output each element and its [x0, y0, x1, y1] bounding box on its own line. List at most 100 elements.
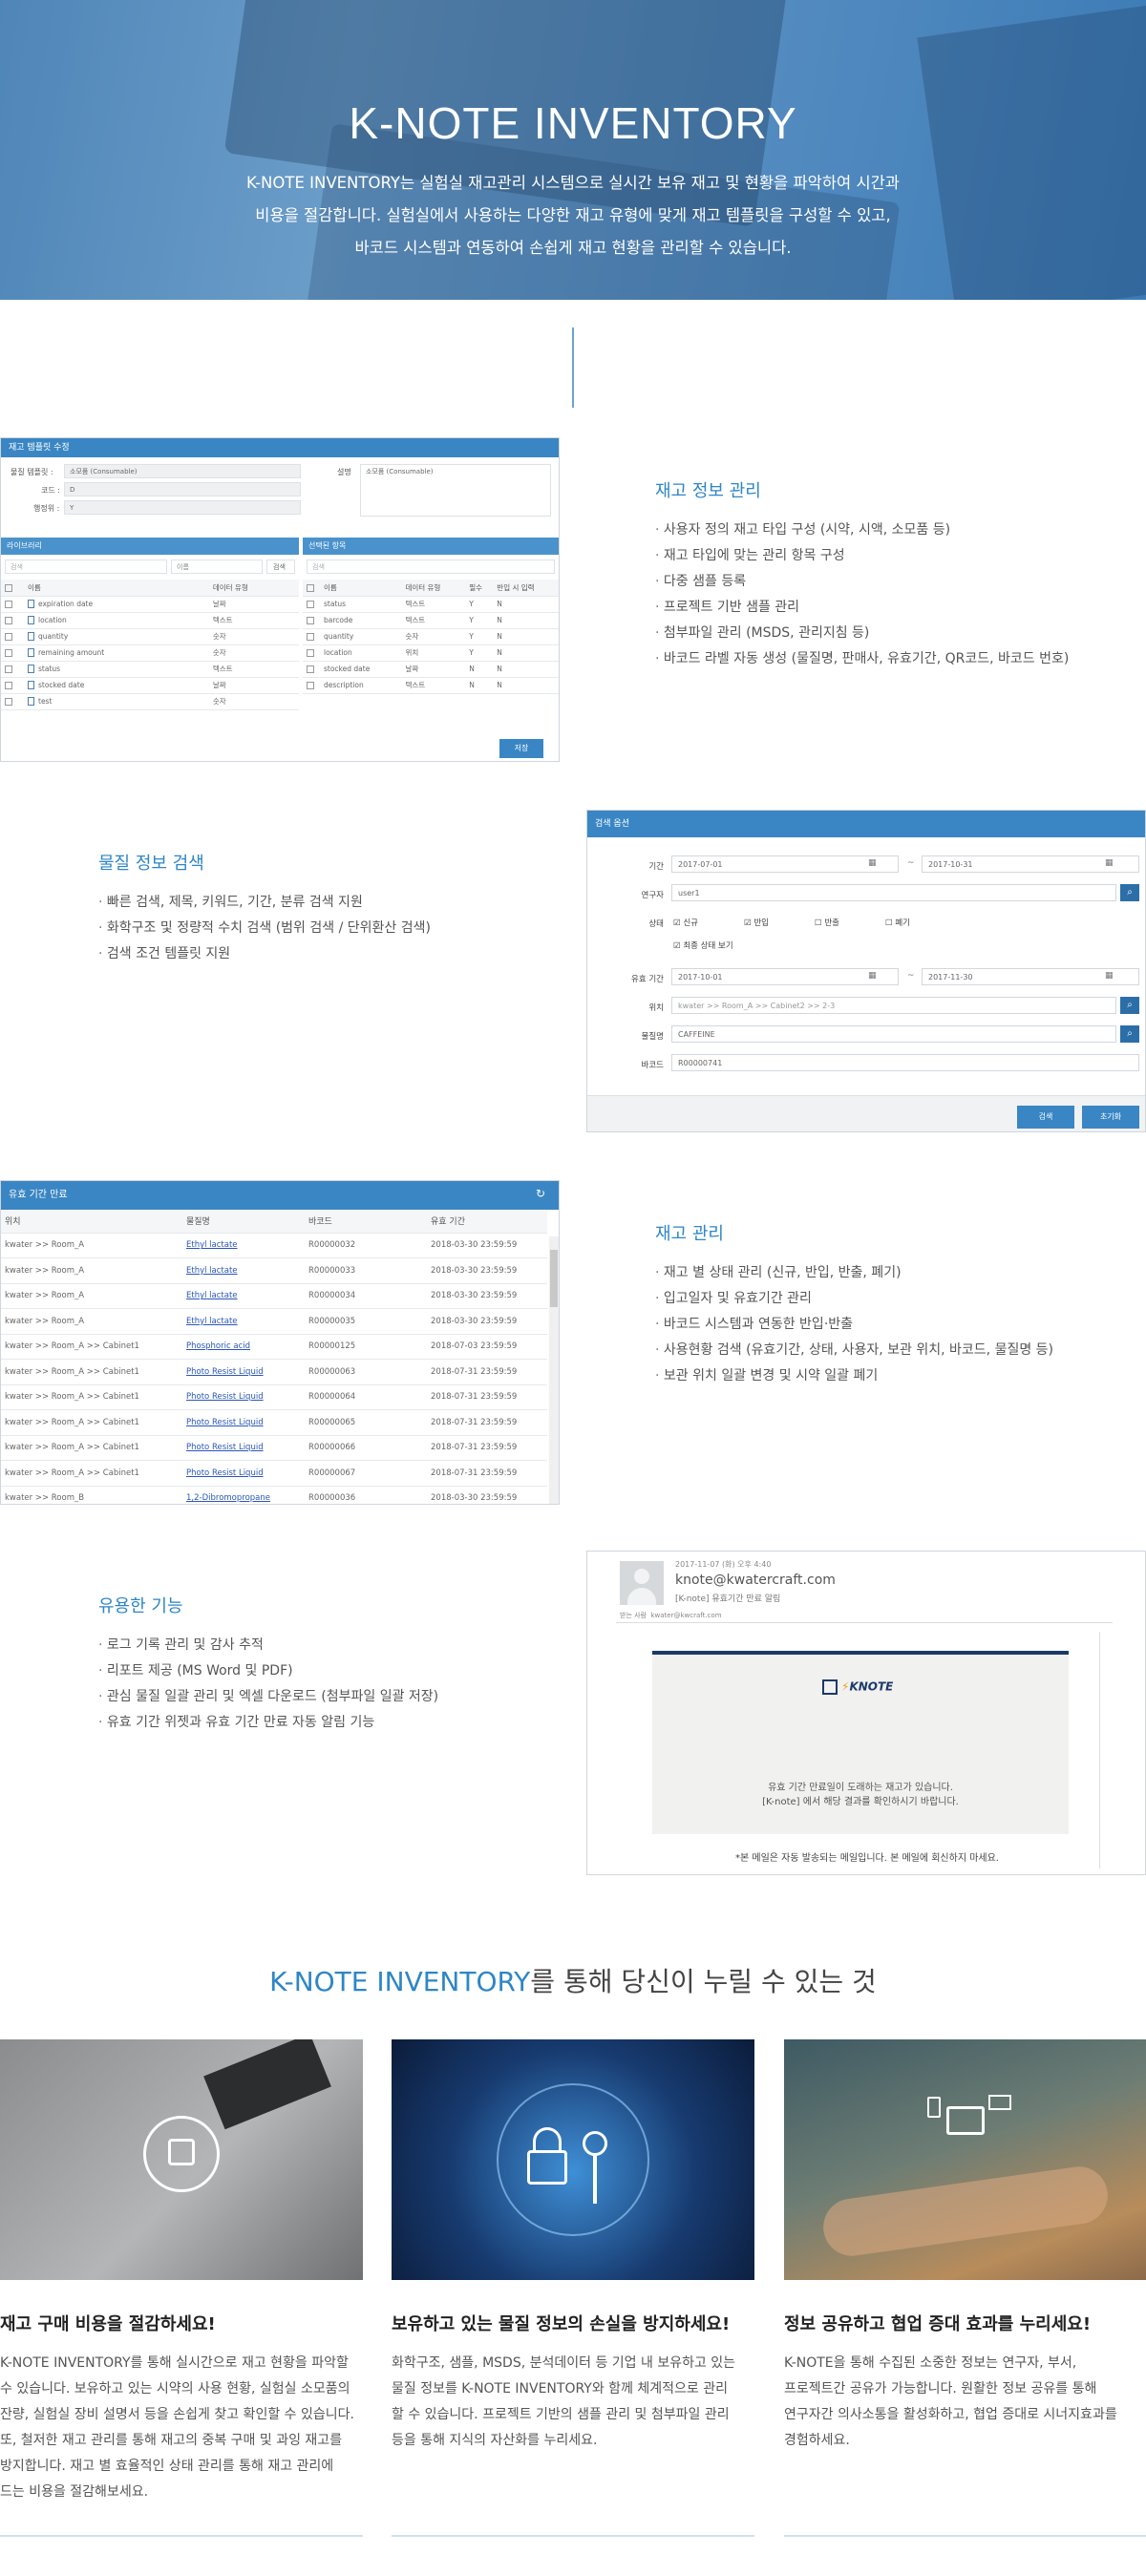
- feature-material-search: 물질 정보 검색 빠른 검색, 제목, 키워드, 기간, 분류 검색 지원화학구…: [98, 850, 431, 967]
- table-row[interactable]: kwater >> Room_A Ethyl lactate R00000035 20…: [1, 1308, 547, 1335]
- table-row[interactable]: kwater >> Room_A >> Cabinet1 Phosphoric a…: [1, 1334, 547, 1360]
- row-checkbox[interactable]: [5, 665, 12, 673]
- table-row[interactable]: stocked date 날짜 N N: [303, 661, 559, 678]
- material-link[interactable]: Photo Resist Liquid: [186, 1468, 264, 1478]
- cell: barcode: [320, 612, 402, 629]
- save-button[interactable]: 저장: [499, 739, 543, 758]
- library-search-button[interactable]: 검색: [266, 560, 295, 574]
- library-name-select[interactable]: 이름: [171, 560, 263, 574]
- desc-field[interactable]: 소모품 (Consumable): [360, 464, 551, 517]
- select-all-checkbox[interactable]: [5, 583, 12, 592]
- library-search-input[interactable]: 검색: [5, 560, 167, 574]
- range-separator: ~: [907, 971, 915, 981]
- row-checkbox[interactable]: [5, 649, 12, 657]
- material-link[interactable]: Photo Resist Liquid: [186, 1367, 264, 1377]
- scrollbar[interactable]: [549, 1236, 559, 1504]
- table-row[interactable]: status 텍스트 Y N: [303, 596, 559, 613]
- benefits-heading: K-NOTE INVENTORY를 통해 당신이 누릴 수 있는 것: [269, 1966, 877, 1997]
- table-row[interactable]: test 숫자: [1, 693, 299, 710]
- scrollbar-thumb[interactable]: [550, 1250, 558, 1307]
- table-row[interactable]: stocked date 날짜: [1, 677, 299, 694]
- barcode-input[interactable]: R00000741: [671, 1054, 1139, 1071]
- location-input[interactable]: kwater >> Room_A >> Cabinet2 >> 2-3: [671, 997, 1116, 1014]
- material-name-input[interactable]: CAFFEINE: [671, 1025, 1116, 1043]
- material-link[interactable]: Photo Resist Liquid: [186, 1443, 264, 1452]
- status-new-checkbox[interactable]: ☑ 신규: [673, 917, 698, 928]
- row-checkbox[interactable]: [5, 698, 12, 706]
- search-options-title: 검색 옵션: [587, 811, 1145, 837]
- email-body: ⚡KNOTE 유효 기간 만료일이 도래하는 재고가 있습니다. [K-note…: [652, 1655, 1069, 1834]
- search-icon[interactable]: ⌕: [1120, 997, 1139, 1014]
- row-checkbox[interactable]: [307, 665, 314, 673]
- table-row[interactable]: quantity 숫자 Y N: [303, 628, 559, 645]
- table-row[interactable]: kwater >> Room_B 1,2-Dibromopropane R00000…: [1, 1486, 547, 1504]
- table-row[interactable]: remaining amount 숫자: [1, 644, 299, 662]
- status-disposed-checkbox[interactable]: ☐ 폐기: [885, 917, 910, 928]
- table-row[interactable]: kwater >> Room_A Ethyl lactate R00000032 20…: [1, 1233, 547, 1258]
- feature-item: 로그 기록 관리 및 감사 추적: [98, 1633, 438, 1658]
- row-checkbox[interactable]: [307, 617, 314, 624]
- status-in-checkbox[interactable]: ☑ 반입: [744, 917, 769, 928]
- material-link[interactable]: Ethyl lactate: [186, 1266, 238, 1276]
- expiry-from-input[interactable]: 2017-10-01: [671, 968, 899, 985]
- email-date: 2017-11-07 (화) 오후 4:40: [675, 1560, 772, 1569]
- row-checkbox[interactable]: [5, 617, 12, 624]
- material-link[interactable]: 1,2-Dibromopropane: [186, 1493, 270, 1503]
- search-icon[interactable]: ⌕: [1120, 884, 1139, 901]
- item-name: expiration date: [38, 599, 94, 608]
- table-row[interactable]: kwater >> Room_A Ethyl lactate R00000034 20…: [1, 1283, 547, 1309]
- user-input[interactable]: user1: [671, 884, 1116, 901]
- table-row[interactable]: quantity 숫자: [1, 628, 299, 645]
- search-button[interactable]: 검색: [1017, 1106, 1074, 1129]
- material-link[interactable]: Phosphoric acid: [186, 1341, 250, 1351]
- search-icon[interactable]: ⌕: [1120, 1025, 1139, 1043]
- item-name: location: [38, 615, 67, 624]
- table-row[interactable]: expiration date 날짜: [1, 596, 299, 613]
- code-field[interactable]: D: [64, 482, 301, 496]
- material-link[interactable]: Ethyl lactate: [186, 1291, 238, 1300]
- template-field[interactable]: 소모품 (Consumable): [64, 464, 301, 478]
- library-title: 라이브러리: [1, 538, 299, 555]
- row-checkbox[interactable]: [307, 682, 314, 689]
- selected-col-type: 데이터 유형: [401, 580, 466, 597]
- table-row[interactable]: location 위치 Y N: [303, 644, 559, 662]
- material-name-label: 물질명: [641, 1032, 664, 1042]
- table-row[interactable]: barcode 텍스트 Y N: [303, 612, 559, 629]
- calendar-icon[interactable]: ▦: [868, 858, 877, 868]
- latest-status-checkbox[interactable]: ☑ 최종 상태 보기: [673, 940, 733, 951]
- table-row[interactable]: kwater >> Room_A >> Cabinet1 Photo Resist…: [1, 1409, 547, 1436]
- template-edit-screenshot: 재고 템플릿 수정 물질 템플릿 : 소모품 (Consumable) 코드 :…: [0, 437, 560, 762]
- material-link[interactable]: Photo Resist Liquid: [186, 1392, 264, 1402]
- row-checkbox[interactable]: [5, 682, 12, 689]
- table-row[interactable]: kwater >> Room_A >> Cabinet1 Photo Resist…: [1, 1384, 547, 1410]
- period-from-input[interactable]: 2017-07-01: [671, 855, 899, 873]
- table-row[interactable]: kwater >> Room_A >> Cabinet1 Photo Resist…: [1, 1460, 547, 1487]
- row-field[interactable]: Y: [64, 500, 301, 515]
- item-type: 숫자: [208, 644, 299, 662]
- reset-button[interactable]: 초기화: [1082, 1106, 1139, 1129]
- calendar-icon[interactable]: ▦: [1105, 971, 1114, 981]
- row-checkbox[interactable]: [307, 649, 314, 657]
- status-out-checkbox[interactable]: ☐ 반출: [815, 917, 839, 928]
- table-row[interactable]: kwater >> Room_A >> Cabinet1 Photo Resist…: [1, 1359, 547, 1385]
- row-checkbox[interactable]: [307, 601, 314, 608]
- table-row[interactable]: kwater >> Room_A >> Cabinet1 Photo Resist…: [1, 1435, 547, 1461]
- refresh-icon[interactable]: ↻: [536, 1187, 545, 1200]
- calendar-icon[interactable]: ▦: [868, 971, 877, 981]
- scrollbar[interactable]: [1099, 1632, 1109, 1869]
- select-all-checkbox[interactable]: [307, 583, 314, 592]
- table-row[interactable]: status 텍스트: [1, 661, 299, 678]
- row-checkbox[interactable]: [5, 601, 12, 608]
- material-link[interactable]: Photo Resist Liquid: [186, 1418, 264, 1427]
- material-link[interactable]: Ethyl lactate: [186, 1317, 238, 1326]
- material-link[interactable]: Ethyl lactate: [186, 1240, 238, 1250]
- table-row[interactable]: location 텍스트: [1, 612, 299, 629]
- feature-item: 빠른 검색, 제목, 키워드, 기간, 분류 검색 지원: [98, 890, 431, 916]
- selected-search-input[interactable]: 검색: [307, 560, 555, 574]
- table-row[interactable]: kwater >> Room_A Ethyl lactate R00000033 20…: [1, 1257, 547, 1284]
- row-checkbox[interactable]: [5, 633, 12, 641]
- document-icon: [28, 681, 34, 690]
- calendar-icon[interactable]: ▦: [1105, 858, 1114, 868]
- table-row[interactable]: description 텍스트 N N: [303, 677, 559, 694]
- row-checkbox[interactable]: [307, 633, 314, 641]
